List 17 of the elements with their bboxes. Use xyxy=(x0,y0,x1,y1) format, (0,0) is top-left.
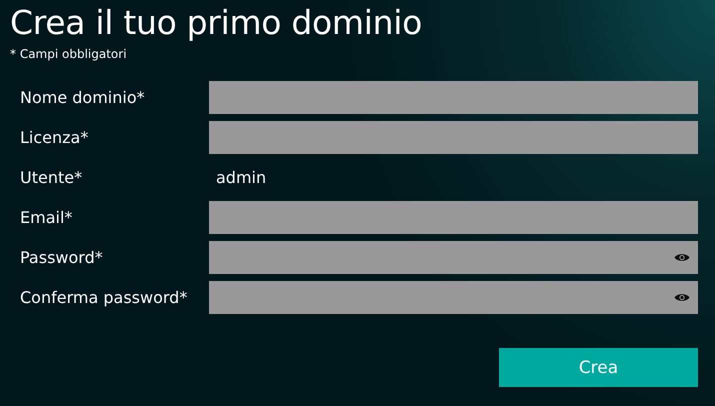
field-label: Licenza* xyxy=(19,128,90,147)
field-label: Password* xyxy=(19,248,104,267)
password-field[interactable] xyxy=(209,241,698,274)
field-value: admin xyxy=(215,168,266,187)
input-field[interactable] xyxy=(209,201,698,234)
page-title: Crea il tuo primo dominio xyxy=(10,2,423,43)
field-label: Email* xyxy=(19,208,74,227)
field-label: Nome dominio* xyxy=(19,88,146,107)
eye-icon[interactable] xyxy=(674,292,690,303)
eye-icon[interactable] xyxy=(674,252,690,263)
required-note: * Campi obbligatori xyxy=(10,47,127,61)
field-label: Conferma password* xyxy=(19,288,188,307)
field-label: Utente* xyxy=(19,168,84,187)
input-field[interactable] xyxy=(209,121,698,154)
input-field[interactable] xyxy=(209,81,698,114)
create-button[interactable]: Crea xyxy=(499,348,698,387)
password-field[interactable] xyxy=(209,281,698,314)
